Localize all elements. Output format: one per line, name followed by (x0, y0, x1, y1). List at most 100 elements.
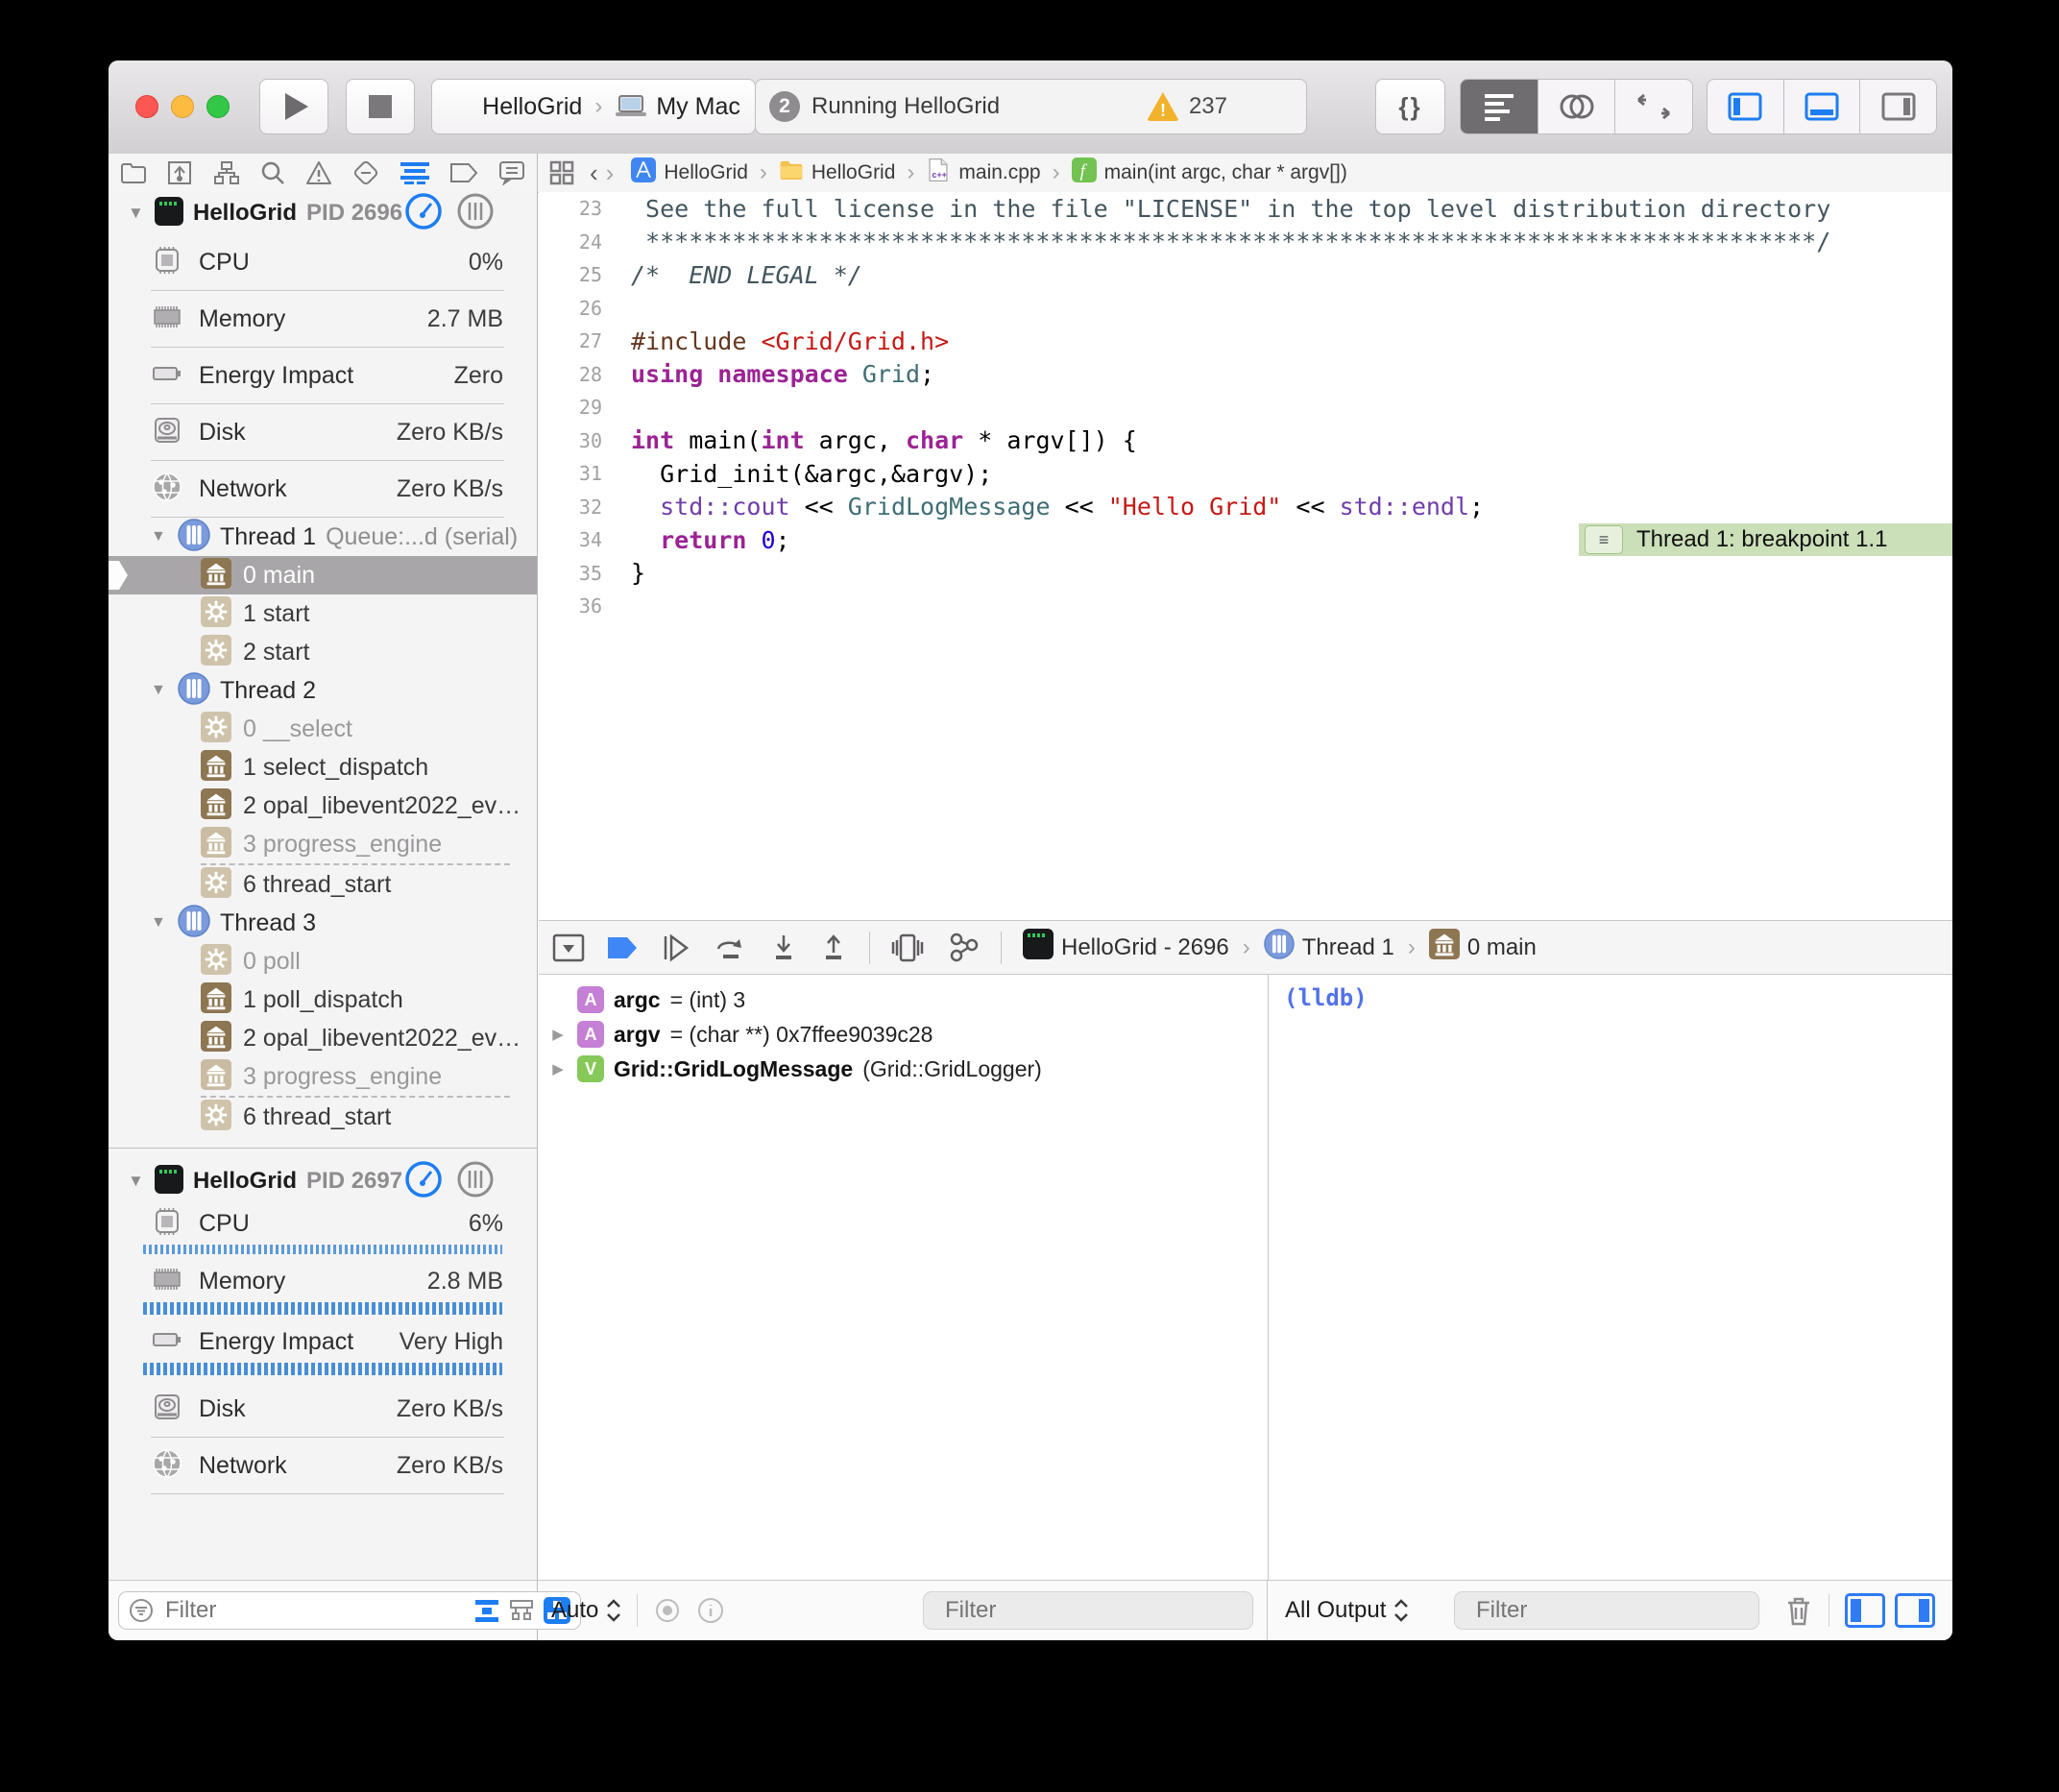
console-view[interactable]: (lldb) (1268, 975, 1952, 1580)
window-minimize-button[interactable] (171, 95, 194, 118)
report-navigator-icon[interactable] (498, 160, 525, 185)
step-into-button[interactable] (769, 933, 798, 962)
step-out-button[interactable] (819, 933, 848, 962)
disclosure-triangle[interactable]: ▼ (151, 914, 168, 932)
window-close-button[interactable] (135, 95, 158, 118)
gauge-button[interactable] (404, 192, 443, 235)
gauge-row-memory[interactable]: Memory2.7 MB (109, 291, 537, 347)
continue-button[interactable] (660, 933, 692, 962)
code-line[interactable]: 32 std::cout << GridLogMessage << "Hello… (539, 491, 1952, 524)
stack-frame-row[interactable]: 6 thread_start (109, 865, 537, 904)
console-output-selector[interactable]: All Output (1285, 1597, 1409, 1624)
process-header[interactable]: ▼HelloGridPID 2696 (109, 192, 537, 234)
scheme-selector[interactable]: HelloGrid › My Mac (431, 79, 756, 134)
line-number[interactable]: 31 (539, 462, 610, 485)
debug-view-hierarchy-button[interactable] (891, 933, 924, 962)
line-number[interactable]: 28 (539, 363, 610, 386)
memory-graph-button[interactable] (945, 932, 980, 963)
jump-bar-item[interactable]: HelloGrid (631, 157, 748, 188)
jump-bar[interactable]: ‹ › HelloGrid›HelloGrid›c++main.cpp›fmai… (538, 154, 1952, 192)
show-console-view-button[interactable] (1895, 1593, 1935, 1628)
inspector-toggle-button[interactable] (1860, 80, 1936, 133)
breakpoints-toggle-button[interactable] (606, 935, 639, 960)
code-line[interactable]: 24 *************************************… (539, 226, 1952, 259)
warning-icon[interactable]: ! (1147, 92, 1179, 121)
line-number[interactable]: 35 (539, 562, 610, 585)
run-button[interactable] (259, 79, 328, 134)
gauge-row-cpu[interactable]: CPU0% (109, 234, 537, 290)
navigator-filter-input[interactable] (163, 1596, 465, 1625)
code-line[interactable]: 25/* END LEGAL */ (539, 258, 1952, 292)
stop-button[interactable] (346, 79, 415, 134)
breadcrumb-item[interactable]: 0 main (1429, 929, 1537, 966)
breadcrumb-item[interactable]: HelloGrid - 2696 (1023, 929, 1229, 966)
quicklook-icon[interactable] (653, 1598, 682, 1623)
code-line[interactable]: 26 (539, 292, 1952, 326)
code-snippet-button[interactable]: {} (1375, 79, 1445, 134)
activity-viewer[interactable]: 2 Running HelloGrid ! 237 (755, 79, 1307, 134)
warning-count[interactable]: 237 (1189, 93, 1227, 120)
gauge-button[interactable] (404, 1160, 443, 1203)
thread-row[interactable]: ▼Thread 2 (109, 671, 537, 710)
navigator-filter-field[interactable] (118, 1591, 581, 1630)
symbol-navigator-icon[interactable] (213, 160, 240, 185)
code-line[interactable]: 23 See the full license in the file "LIC… (539, 192, 1952, 226)
assistant-editor-button[interactable] (1538, 80, 1616, 133)
code-line[interactable]: 29 (539, 391, 1952, 424)
disclosure-triangle[interactable]: ▶ (548, 1026, 568, 1043)
disclosure-triangle[interactable]: ▼ (128, 204, 145, 223)
line-number[interactable]: 26 (539, 297, 610, 320)
stack-frame-row[interactable]: 2 start (109, 633, 537, 671)
gauge-row-disk[interactable]: DiskZero KB/s (109, 404, 537, 460)
disclosure-triangle[interactable]: ▼ (151, 528, 168, 545)
breakpoint-annotation[interactable]: ≡ Thread 1: breakpoint 1.1 (1579, 523, 1952, 556)
breadcrumb-item[interactable]: Thread 1 (1264, 929, 1394, 966)
gauge-row-cpu[interactable]: CPU6% (109, 1202, 537, 1245)
thread-view-button[interactable] (456, 1160, 495, 1203)
version-editor-button[interactable] (1615, 80, 1692, 133)
disclosure-triangle[interactable]: ▶ (548, 1060, 568, 1078)
debug-navigator-icon-selected[interactable] (400, 161, 429, 184)
line-number[interactable]: 34 (539, 528, 610, 551)
gauge-row-memory[interactable]: Memory2.8 MB (109, 1260, 537, 1302)
code-line[interactable]: 28using namespace Grid; (539, 358, 1952, 392)
gauge-row-energy-impact[interactable]: Energy ImpactVery High (109, 1320, 537, 1363)
variables-view[interactable]: Aargc= (int) 3▶Aargv= (char **) 0x7ffee9… (539, 975, 1268, 1580)
show-variables-view-button[interactable] (1845, 1593, 1885, 1628)
line-number[interactable]: 27 (539, 329, 610, 352)
project-navigator-icon[interactable] (120, 161, 147, 184)
stack-frame-row[interactable]: 1 poll_dispatch (109, 981, 537, 1019)
stack-frame-row[interactable]: 3 progress_engine (109, 825, 537, 863)
line-number[interactable]: 32 (539, 496, 610, 519)
find-navigator-icon[interactable] (260, 160, 285, 185)
source-editor[interactable]: 23 See the full license in the file "LIC… (539, 192, 1952, 920)
disclosure-triangle[interactable]: ▼ (151, 682, 168, 699)
navigator-toggle-button[interactable] (1708, 80, 1784, 133)
gauge-row-disk[interactable]: DiskZero KB/s (109, 1381, 537, 1437)
thread-row[interactable]: ▼Thread 1Queue:...d (serial) (109, 518, 537, 556)
gauge-row-network[interactable]: NetworkZero KB/s (109, 1438, 537, 1493)
gauge-row-network[interactable]: NetworkZero KB/s (109, 461, 537, 517)
breakpoint-annotation-icon[interactable]: ≡ (1585, 525, 1623, 554)
stack-frame-row[interactable]: 2 opal_libevent2022_ev… (109, 787, 537, 825)
stack-frame-row[interactable]: 1 start (109, 594, 537, 633)
line-number[interactable]: 30 (539, 429, 610, 452)
test-navigator-icon[interactable] (352, 159, 379, 186)
code-line[interactable]: 31 Grid_init(&argc,&argv); (539, 457, 1952, 491)
code-line[interactable]: 30int main(int argc, char * argv[]) { (539, 424, 1952, 458)
clear-console-button[interactable] (1784, 1594, 1813, 1627)
variables-filter-input[interactable] (943, 1596, 1245, 1625)
debug-area-toggle-button[interactable] (1784, 80, 1861, 133)
source-control-navigator-icon[interactable] (167, 160, 192, 185)
code-line[interactable]: 35} (539, 557, 1952, 591)
show-running-toggle[interactable] (474, 1598, 499, 1623)
code-line[interactable]: 36 (539, 590, 1952, 623)
issue-navigator-icon[interactable] (305, 160, 332, 185)
console-filter-field[interactable] (1454, 1591, 1759, 1630)
variable-row[interactable]: ▶VGrid::GridLogMessage(Grid::GridLogger) (539, 1052, 1268, 1086)
breakpoint-navigator-icon[interactable] (449, 161, 478, 184)
jump-bar-item[interactable]: c++main.cpp (926, 157, 1040, 188)
info-icon[interactable] (697, 1597, 724, 1624)
line-number[interactable]: 25 (539, 263, 610, 286)
process-header[interactable]: ▼HelloGridPID 2697 (109, 1160, 537, 1202)
